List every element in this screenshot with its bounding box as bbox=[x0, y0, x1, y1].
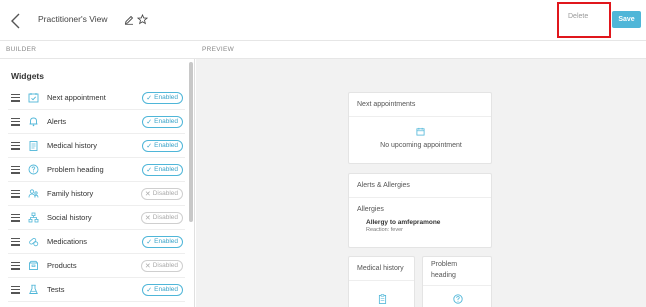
widgets-heading: Widgets bbox=[11, 71, 44, 81]
flask-icon bbox=[27, 284, 39, 296]
status-toggle-problem-heading[interactable]: ✓ Enabled bbox=[142, 163, 183, 176]
x-icon: ✕ bbox=[144, 262, 151, 270]
status-toggle-products[interactable]: ✕ Disabled bbox=[140, 259, 183, 272]
next-appointments-title: Next appointments bbox=[349, 93, 491, 117]
status-label: Enabled bbox=[154, 166, 178, 173]
widget-row-alerts[interactable]: Alerts ✓ Enabled bbox=[8, 110, 185, 134]
status-label: Disabled bbox=[152, 214, 178, 221]
widget-row-medical-history[interactable]: Medical history ✓ Enabled bbox=[8, 134, 185, 158]
widget-label: Problem heading bbox=[47, 165, 104, 174]
status-label: Enabled bbox=[154, 94, 178, 101]
widget-row-family-history[interactable]: Family history ✕ Disabled bbox=[8, 182, 185, 206]
builder-scrollbar[interactable] bbox=[189, 62, 193, 222]
drag-handle-icon[interactable] bbox=[11, 213, 20, 222]
allergies-subheading: Allergies bbox=[357, 206, 384, 213]
alerts-allergies-title: Alerts & Allergies bbox=[349, 174, 491, 198]
allergy-name: Allergy to amfepramone bbox=[366, 219, 441, 226]
alerts-allergies-card[interactable]: Alerts & Allergies Allergies Allergy to … bbox=[348, 173, 492, 248]
drag-handle-icon[interactable] bbox=[11, 165, 20, 174]
widget-label: Social history bbox=[47, 213, 92, 222]
drag-handle-icon[interactable] bbox=[11, 261, 20, 270]
status-toggle-medical-history[interactable]: ✓ Enabled bbox=[142, 139, 183, 152]
widget-row-next-appointment[interactable]: Next appointment ✓ Enabled bbox=[8, 86, 185, 110]
check-icon: ✓ bbox=[146, 118, 153, 126]
status-label: Enabled bbox=[154, 286, 178, 293]
check-icon: ✓ bbox=[146, 286, 153, 294]
widget-row-products[interactable]: Products ✕ Disabled bbox=[8, 254, 185, 278]
check-icon: ✓ bbox=[146, 238, 153, 246]
widget-row-problem-heading[interactable]: Problem heading ✓ Enabled bbox=[8, 158, 185, 182]
drag-handle-icon[interactable] bbox=[11, 141, 20, 150]
box-icon bbox=[27, 260, 39, 272]
x-icon: ✕ bbox=[144, 190, 151, 198]
problem-heading-card[interactable]: Problem heading bbox=[422, 256, 492, 307]
clipboard-icon bbox=[27, 140, 39, 152]
network-icon bbox=[27, 212, 39, 224]
allergy-reaction: Reaction: fever bbox=[366, 227, 403, 233]
widget-label: Medications bbox=[47, 237, 88, 246]
widget-row-social-history[interactable]: Social history ✕ Disabled bbox=[8, 206, 185, 230]
page-title: Practitioner's View bbox=[38, 14, 108, 24]
status-toggle-alerts[interactable]: ✓ Enabled bbox=[142, 115, 183, 128]
status-label: Enabled bbox=[154, 142, 178, 149]
builder-panel: Widgets Next appointment ✓ Enabled Alerts ✓ E… bbox=[0, 59, 195, 307]
drag-handle-icon[interactable] bbox=[11, 93, 20, 102]
widget-label: Medical history bbox=[47, 141, 98, 150]
check-icon: ✓ bbox=[146, 94, 153, 102]
pills-icon bbox=[27, 236, 39, 248]
drag-handle-icon[interactable] bbox=[11, 117, 20, 126]
widget-row-tests[interactable]: Tests ✓ Enabled bbox=[8, 278, 185, 302]
status-toggle-family-history[interactable]: ✕ Disabled bbox=[140, 187, 183, 200]
status-toggle-tests[interactable]: ✓ Enabled bbox=[142, 283, 183, 296]
widget-label: Family history bbox=[47, 189, 94, 198]
status-label: Enabled bbox=[154, 238, 178, 245]
bell-icon bbox=[27, 116, 39, 128]
top-bar: Practitioner's View Delete Save bbox=[0, 0, 646, 41]
status-label: Disabled bbox=[152, 262, 178, 269]
problem-heading-title: Problem heading bbox=[423, 257, 491, 286]
check-icon: ✓ bbox=[146, 142, 153, 150]
no-appointment-message: No upcoming appointment bbox=[380, 142, 462, 149]
drag-handle-icon[interactable] bbox=[11, 189, 20, 198]
status-label: Enabled bbox=[154, 118, 178, 125]
star-icon[interactable] bbox=[137, 14, 148, 25]
delete-button[interactable]: Delete bbox=[568, 13, 588, 20]
widget-label: Alerts bbox=[47, 117, 67, 126]
status-toggle-social-history[interactable]: ✕ Disabled bbox=[140, 211, 183, 224]
builder-section-label: BUILDER bbox=[6, 46, 37, 53]
back-arrow-icon[interactable] bbox=[8, 12, 24, 30]
widget-row-medications[interactable]: Medications ✓ Enabled bbox=[8, 230, 185, 254]
calendar-icon bbox=[416, 127, 425, 136]
widget-label: Tests bbox=[47, 285, 65, 294]
next-appointments-card[interactable]: Next appointments No upcoming appointmen… bbox=[348, 92, 492, 164]
status-toggle-medications[interactable]: ✓ Enabled bbox=[142, 235, 183, 248]
status-toggle-next-appointment[interactable]: ✓ Enabled bbox=[142, 91, 183, 104]
family-icon bbox=[27, 188, 39, 200]
status-label: Disabled bbox=[152, 190, 178, 197]
preview-panel: Next appointments No upcoming appointmen… bbox=[196, 59, 646, 307]
question-icon bbox=[27, 164, 39, 176]
delete-highlight-box bbox=[557, 2, 611, 38]
x-icon: ✕ bbox=[144, 214, 151, 222]
drag-handle-icon[interactable] bbox=[11, 237, 20, 246]
widget-label: Products bbox=[47, 261, 77, 270]
section-header-bar: BUILDER PREVIEW bbox=[0, 41, 646, 59]
question-icon bbox=[453, 294, 463, 304]
save-button[interactable]: Save bbox=[612, 11, 641, 28]
calendar-check-icon bbox=[27, 92, 39, 104]
pencil-icon[interactable] bbox=[124, 15, 134, 25]
preview-section-label: PREVIEW bbox=[202, 46, 235, 53]
medical-history-title: Medical history bbox=[349, 257, 414, 281]
clipboard-icon bbox=[378, 294, 387, 304]
widget-list: Next appointment ✓ Enabled Alerts ✓ Enabled Me… bbox=[8, 86, 185, 302]
drag-handle-icon[interactable] bbox=[11, 285, 20, 294]
widget-label: Next appointment bbox=[47, 93, 106, 102]
check-icon: ✓ bbox=[146, 166, 153, 174]
medical-history-card[interactable]: Medical history bbox=[348, 256, 415, 307]
